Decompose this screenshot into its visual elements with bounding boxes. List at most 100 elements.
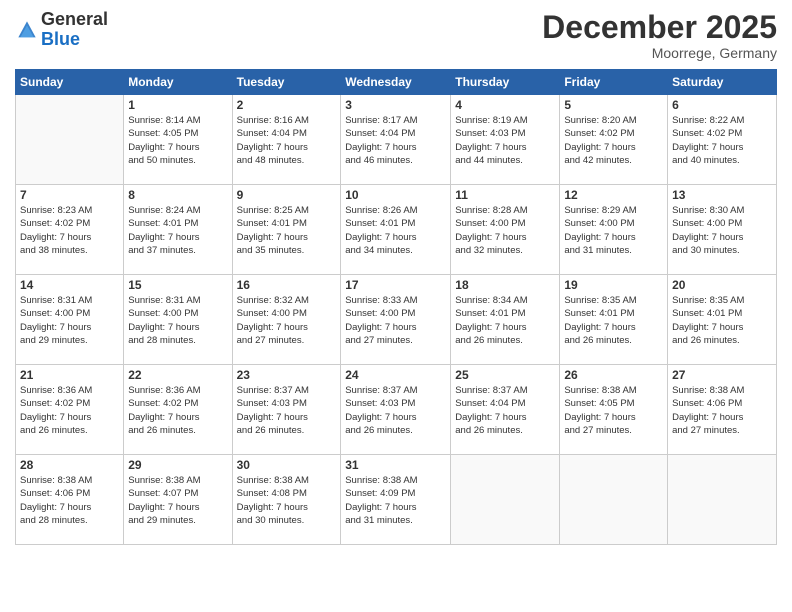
day-info: Sunrise: 8:34 AMSunset: 4:01 PMDaylight:… (455, 294, 555, 347)
day-number: 5 (564, 98, 663, 112)
calendar-cell (668, 455, 777, 545)
day-info: Sunrise: 8:38 AMSunset: 4:09 PMDaylight:… (345, 474, 446, 527)
day-number: 25 (455, 368, 555, 382)
day-number: 22 (128, 368, 227, 382)
day-info: Sunrise: 8:36 AMSunset: 4:02 PMDaylight:… (20, 384, 119, 437)
calendar-cell: 8 Sunrise: 8:24 AMSunset: 4:01 PMDaylight… (124, 185, 232, 275)
month-title: December 2025 (542, 10, 777, 45)
calendar-day-header: Monday (124, 70, 232, 95)
day-info: Sunrise: 8:31 AMSunset: 4:00 PMDaylight:… (20, 294, 119, 347)
calendar-cell: 28 Sunrise: 8:38 AMSunset: 4:06 PMDayligh… (16, 455, 124, 545)
day-number: 11 (455, 188, 555, 202)
calendar-day-header: Friday (560, 70, 668, 95)
day-info: Sunrise: 8:38 AMSunset: 4:06 PMDaylight:… (20, 474, 119, 527)
title-block: December 2025 Moorrege, Germany (542, 10, 777, 61)
calendar-day-header: Wednesday (341, 70, 451, 95)
day-number: 20 (672, 278, 772, 292)
day-number: 30 (237, 458, 337, 472)
day-number: 2 (237, 98, 337, 112)
day-number: 15 (128, 278, 227, 292)
day-info: Sunrise: 8:35 AMSunset: 4:01 PMDaylight:… (564, 294, 663, 347)
day-number: 8 (128, 188, 227, 202)
day-info: Sunrise: 8:38 AMSunset: 4:07 PMDaylight:… (128, 474, 227, 527)
day-info: Sunrise: 8:38 AMSunset: 4:08 PMDaylight:… (237, 474, 337, 527)
day-number: 9 (237, 188, 337, 202)
day-info: Sunrise: 8:38 AMSunset: 4:06 PMDaylight:… (672, 384, 772, 437)
day-number: 12 (564, 188, 663, 202)
day-number: 3 (345, 98, 446, 112)
day-number: 28 (20, 458, 119, 472)
day-number: 7 (20, 188, 119, 202)
calendar-week-row: 21 Sunrise: 8:36 AMSunset: 4:02 PMDayligh… (16, 365, 777, 455)
day-info: Sunrise: 8:37 AMSunset: 4:03 PMDaylight:… (237, 384, 337, 437)
calendar-cell: 18 Sunrise: 8:34 AMSunset: 4:01 PMDayligh… (451, 275, 560, 365)
calendar-day-header: Tuesday (232, 70, 341, 95)
calendar-cell: 14 Sunrise: 8:31 AMSunset: 4:00 PMDayligh… (16, 275, 124, 365)
day-number: 31 (345, 458, 446, 472)
calendar-cell: 31 Sunrise: 8:38 AMSunset: 4:09 PMDayligh… (341, 455, 451, 545)
calendar-header-row: SundayMondayTuesdayWednesdayThursdayFrid… (16, 70, 777, 95)
calendar-cell: 17Sunrise: 8:33 AMSunset: 4:00 PMDayligh… (341, 275, 451, 365)
calendar-cell (560, 455, 668, 545)
day-number: 4 (455, 98, 555, 112)
calendar-cell: 20 Sunrise: 8:35 AMSunset: 4:01 PMDayligh… (668, 275, 777, 365)
calendar-cell: 6 Sunrise: 8:22 AMSunset: 4:02 PMDaylight… (668, 95, 777, 185)
day-number: 10 (345, 188, 446, 202)
day-number: 29 (128, 458, 227, 472)
calendar-cell: 10Sunrise: 8:26 AMSunset: 4:01 PMDayligh… (341, 185, 451, 275)
day-info: Sunrise: 8:25 AMSunset: 4:01 PMDaylight:… (237, 204, 337, 257)
day-info: Sunrise: 8:16 AMSunset: 4:04 PMDaylight:… (237, 114, 337, 167)
day-info: Sunrise: 8:22 AMSunset: 4:02 PMDaylight:… (672, 114, 772, 167)
calendar-cell: 9 Sunrise: 8:25 AMSunset: 4:01 PMDaylight… (232, 185, 341, 275)
day-number: 19 (564, 278, 663, 292)
page: General Blue December 2025 Moorrege, Ger… (0, 0, 792, 612)
day-info: Sunrise: 8:30 AMSunset: 4:00 PMDaylight:… (672, 204, 772, 257)
calendar-week-row: 1 Sunrise: 8:14 AMSunset: 4:05 PMDaylight… (16, 95, 777, 185)
calendar-week-row: 28 Sunrise: 8:38 AMSunset: 4:06 PMDayligh… (16, 455, 777, 545)
calendar-week-row: 14 Sunrise: 8:31 AMSunset: 4:00 PMDayligh… (16, 275, 777, 365)
calendar-day-header: Thursday (451, 70, 560, 95)
day-info: Sunrise: 8:36 AMSunset: 4:02 PMDaylight:… (128, 384, 227, 437)
day-info: Sunrise: 8:33 AMSunset: 4:00 PMDaylight:… (345, 294, 446, 347)
calendar-cell: 23 Sunrise: 8:37 AMSunset: 4:03 PMDayligh… (232, 365, 341, 455)
day-info: Sunrise: 8:37 AMSunset: 4:04 PMDaylight:… (455, 384, 555, 437)
calendar-table: SundayMondayTuesdayWednesdayThursdayFrid… (15, 69, 777, 545)
day-info: Sunrise: 8:14 AMSunset: 4:05 PMDaylight:… (128, 114, 227, 167)
calendar-cell (451, 455, 560, 545)
calendar-cell: 30 Sunrise: 8:38 AMSunset: 4:08 PMDayligh… (232, 455, 341, 545)
day-info: Sunrise: 8:35 AMSunset: 4:01 PMDaylight:… (672, 294, 772, 347)
day-number: 13 (672, 188, 772, 202)
day-info: Sunrise: 8:32 AMSunset: 4:00 PMDaylight:… (237, 294, 337, 347)
calendar-cell: 15 Sunrise: 8:31 AMSunset: 4:00 PMDayligh… (124, 275, 232, 365)
logo-text: General Blue (41, 10, 108, 50)
day-info: Sunrise: 8:29 AMSunset: 4:00 PMDaylight:… (564, 204, 663, 257)
calendar-cell: 21 Sunrise: 8:36 AMSunset: 4:02 PMDayligh… (16, 365, 124, 455)
day-info: Sunrise: 8:19 AMSunset: 4:03 PMDaylight:… (455, 114, 555, 167)
day-number: 23 (237, 368, 337, 382)
day-info: Sunrise: 8:38 AMSunset: 4:05 PMDaylight:… (564, 384, 663, 437)
day-info: Sunrise: 8:24 AMSunset: 4:01 PMDaylight:… (128, 204, 227, 257)
calendar-cell: 13 Sunrise: 8:30 AMSunset: 4:00 PMDayligh… (668, 185, 777, 275)
day-info: Sunrise: 8:31 AMSunset: 4:00 PMDaylight:… (128, 294, 227, 347)
calendar-cell: 3Sunrise: 8:17 AMSunset: 4:04 PMDaylight… (341, 95, 451, 185)
calendar-cell: 16 Sunrise: 8:32 AMSunset: 4:00 PMDayligh… (232, 275, 341, 365)
calendar-cell: 4 Sunrise: 8:19 AMSunset: 4:03 PMDaylight… (451, 95, 560, 185)
calendar-cell: 22 Sunrise: 8:36 AMSunset: 4:02 PMDayligh… (124, 365, 232, 455)
calendar-cell: 1 Sunrise: 8:14 AMSunset: 4:05 PMDaylight… (124, 95, 232, 185)
calendar-cell: 11Sunrise: 8:28 AMSunset: 4:00 PMDayligh… (451, 185, 560, 275)
calendar-cell: 5Sunrise: 8:20 AMSunset: 4:02 PMDaylight… (560, 95, 668, 185)
day-number: 27 (672, 368, 772, 382)
day-number: 14 (20, 278, 119, 292)
day-number: 1 (128, 98, 227, 112)
logo-blue: Blue (41, 29, 80, 49)
calendar-cell: 24Sunrise: 8:37 AMSunset: 4:03 PMDayligh… (341, 365, 451, 455)
day-number: 21 (20, 368, 119, 382)
day-number: 6 (672, 98, 772, 112)
calendar-week-row: 7Sunrise: 8:23 AMSunset: 4:02 PMDaylight… (16, 185, 777, 275)
calendar-cell: 12 Sunrise: 8:29 AMSunset: 4:00 PMDayligh… (560, 185, 668, 275)
calendar-cell: 25 Sunrise: 8:37 AMSunset: 4:04 PMDayligh… (451, 365, 560, 455)
header: General Blue December 2025 Moorrege, Ger… (15, 10, 777, 61)
day-number: 18 (455, 278, 555, 292)
day-number: 24 (345, 368, 446, 382)
day-number: 16 (237, 278, 337, 292)
